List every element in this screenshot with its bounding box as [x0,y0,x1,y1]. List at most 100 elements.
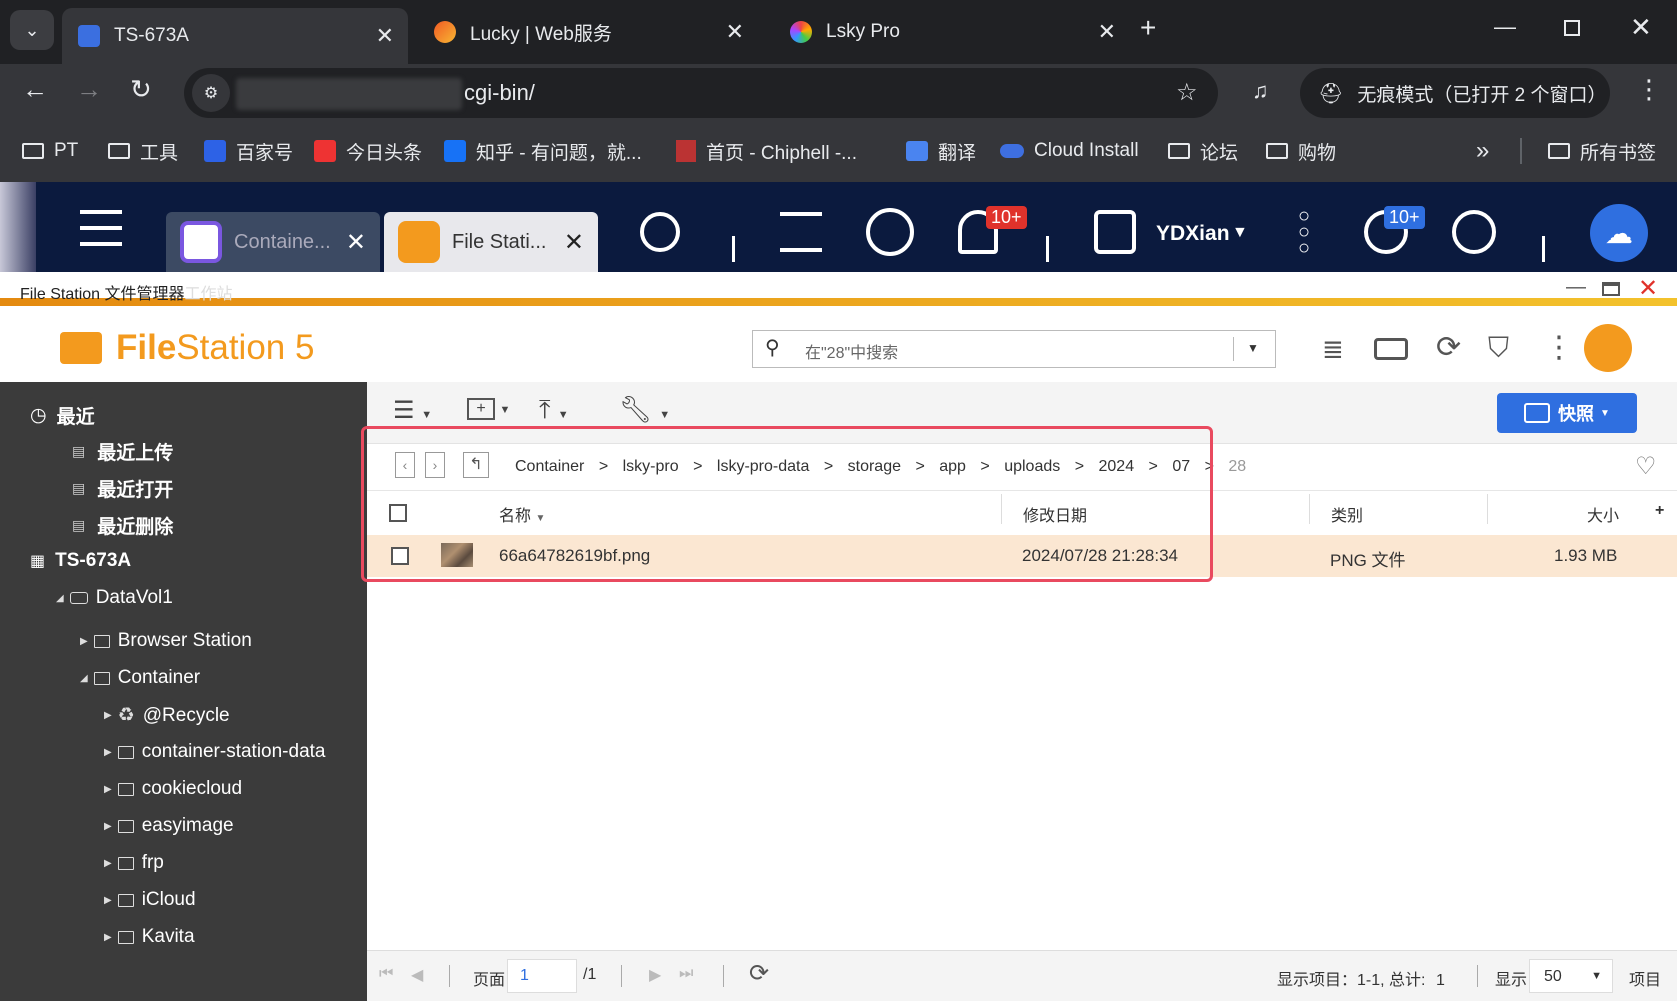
last-page-icon[interactable]: ⏭ [679,965,693,983]
refresh-icon[interactable]: ⟳ [1436,330,1461,365]
tree-browser-station[interactable]: ▶ Browser Station [80,630,252,652]
bookmark-forum[interactable]: 论坛 [1168,138,1238,164]
collapse-arrow-icon[interactable]: ◢ [80,673,88,684]
new-tab-button[interactable]: + [1140,12,1156,44]
expand-arrow-icon[interactable]: ▶ [104,784,112,795]
site-info-icon[interactable]: ⚙ [192,74,230,112]
all-bookmarks[interactable]: 所有书签 [1548,138,1656,164]
bookmark-baijiahao[interactable]: 百家号 [204,138,293,164]
bookmarks-overflow-button[interactable]: » [1476,137,1489,164]
collapse-arrow-icon[interactable]: ◢ [56,593,64,604]
resource-monitor-icon[interactable] [1452,210,1496,254]
filter-icon[interactable]: ⛉ [1488,332,1509,365]
search-dropdown-icon[interactable]: ▼ [1247,341,1259,355]
storage-snapshot-icon[interactable] [1584,324,1632,372]
bookmark-cloud-install[interactable]: Cloud Install [1000,138,1139,164]
sync-icon[interactable] [866,208,914,256]
more-menu-icon[interactable]: ⋮ [1544,330,1574,365]
close-tab-icon[interactable]: ✕ [1098,19,1116,45]
tree-nas[interactable]: ▦ TS-673A [30,550,131,572]
new-folder-icon: + [467,398,495,420]
user-name[interactable]: YDXian [1156,222,1230,246]
tab-search-button[interactable]: ⌄ [10,10,54,50]
bookmark-chiphell[interactable]: 首页 - Chiphell -... [676,138,857,164]
background-tasks-icon[interactable] [780,212,822,252]
column-divider [1487,494,1488,524]
tree-container-station-data[interactable]: ▶ container-station-data [104,741,325,763]
tree-frp[interactable]: ▶ frp [104,852,164,874]
close-window-button[interactable]: ✕ [1630,12,1652,43]
column-header-size[interactable]: 大小 [1587,502,1619,526]
window-minimize-button[interactable]: — [1566,276,1586,299]
view-mode-button[interactable]: ☰ ▼ [393,396,432,425]
tree-recent-delete[interactable]: ▤ 最近删除 [72,512,173,539]
qnap-tab-container-station[interactable]: Containe... ✕ [166,212,380,272]
remote-mount-icon[interactable] [1374,338,1408,360]
close-tab-icon[interactable]: ✕ [564,228,584,257]
expand-arrow-icon[interactable]: ▶ [104,821,112,832]
tree-kavita[interactable]: ▶ Kavita [104,926,195,948]
snapshot-button[interactable]: 快照 ▼ [1497,393,1637,433]
bookmark-toutiao[interactable]: 今日头条 [314,138,422,164]
tree-recycle[interactable]: ▶ ♻ @Recycle [104,704,230,727]
tree-container[interactable]: ◢ Container [80,667,200,689]
close-tab-icon[interactable]: ✕ [726,19,744,45]
expand-arrow-icon[interactable]: ▶ [104,858,112,869]
search-box[interactable]: ⚲ 在"28"中搜索 ▼ [752,330,1276,368]
bookmark-pt[interactable]: PT [22,138,78,164]
tree-recent-upload[interactable]: ▤ 最近上传 [72,438,173,465]
user-dropdown-icon[interactable]: ▼ [1232,224,1248,242]
window-close-button[interactable]: ✕ [1638,274,1658,303]
media-control-icon[interactable]: ♫ [1252,78,1269,104]
close-tab-icon[interactable]: ✕ [376,23,394,49]
tree-cookiecloud[interactable]: ▶ cookiecloud [104,778,242,800]
search-icon[interactable] [640,212,680,252]
main-menu-icon[interactable] [80,210,122,246]
back-icon[interactable]: ← [22,74,48,105]
tools-button[interactable]: 🔧︎ ▼ [619,394,670,425]
expand-arrow-icon[interactable]: ▶ [104,932,112,943]
new-folder-button[interactable]: + ▼ [467,398,510,420]
page-input[interactable]: 1 [507,959,577,993]
next-page-icon[interactable]: ▶ [649,965,661,985]
bookmark-translate[interactable]: 翻译 [906,138,976,164]
browser-tab-lsky[interactable]: Lsky Pro ✕ [774,8,1130,56]
tree-easyimage[interactable]: ▶ easyimage [104,815,234,837]
qnap-tab-file-station[interactable]: File Stati... ✕ [384,212,598,272]
more-options-icon[interactable]: ○ ○ ○ [1298,206,1310,258]
browser-menu-icon[interactable]: ⋮ [1636,74,1662,105]
expand-arrow-icon[interactable]: ▶ [104,747,112,758]
first-page-icon[interactable]: ⏮ [379,965,393,983]
add-column-icon[interactable]: + [1655,502,1664,520]
user-avatar-icon[interactable] [1094,210,1136,254]
browser-tab-lucky[interactable]: Lucky | Web服务 ✕ [418,8,758,56]
bookmark-zhihu[interactable]: 知乎 - 有问题，就... [444,138,642,164]
tree-icloud[interactable]: ▶ iCloud [104,889,196,911]
bookmark-star-icon[interactable]: ☆ [1176,78,1198,107]
refresh-list-icon[interactable]: ⟳ [749,959,769,988]
upload-button[interactable]: ⤒ ▼ [539,394,569,426]
window-restore-button[interactable] [1602,282,1620,296]
myqnapcloud-icon[interactable]: ☁ [1590,204,1648,262]
forward-icon[interactable]: → [76,74,102,105]
bookmark-shopping[interactable]: 购物 [1266,138,1336,164]
bookmark-tools[interactable]: 工具 [108,138,178,164]
incognito-chip[interactable]: ⛑ 无痕模式（已打开 2 个窗口） [1300,68,1610,118]
tree-datavol1[interactable]: ◢ DataVol1 [56,587,173,609]
expand-arrow-icon[interactable]: ▶ [104,895,112,906]
maximize-window-button[interactable] [1564,20,1580,36]
background-task-icon[interactable]: ≣ [1322,334,1344,365]
prev-page-icon[interactable]: ◀ [411,965,423,985]
column-header-type[interactable]: 类别 [1331,502,1363,526]
favorite-heart-icon[interactable]: ♡ [1635,452,1657,481]
address-bar[interactable]: ⚙ cgi-bin/ ☆ [184,68,1218,118]
tree-recent[interactable]: ◷ 最近 [30,402,95,429]
reload-icon[interactable]: ↻ [130,74,152,105]
tree-recent-open[interactable]: ▤ 最近打开 [72,475,173,502]
browser-tab-ts673a[interactable]: TS-673A ✕ [62,8,408,64]
minimize-window-button[interactable]: — [1494,14,1516,40]
expand-arrow-icon[interactable]: ▶ [104,710,112,721]
expand-arrow-icon[interactable]: ▶ [80,636,88,647]
close-tab-icon[interactable]: ✕ [346,228,366,257]
per-page-select[interactable]: 50 ▼ [1529,959,1613,993]
